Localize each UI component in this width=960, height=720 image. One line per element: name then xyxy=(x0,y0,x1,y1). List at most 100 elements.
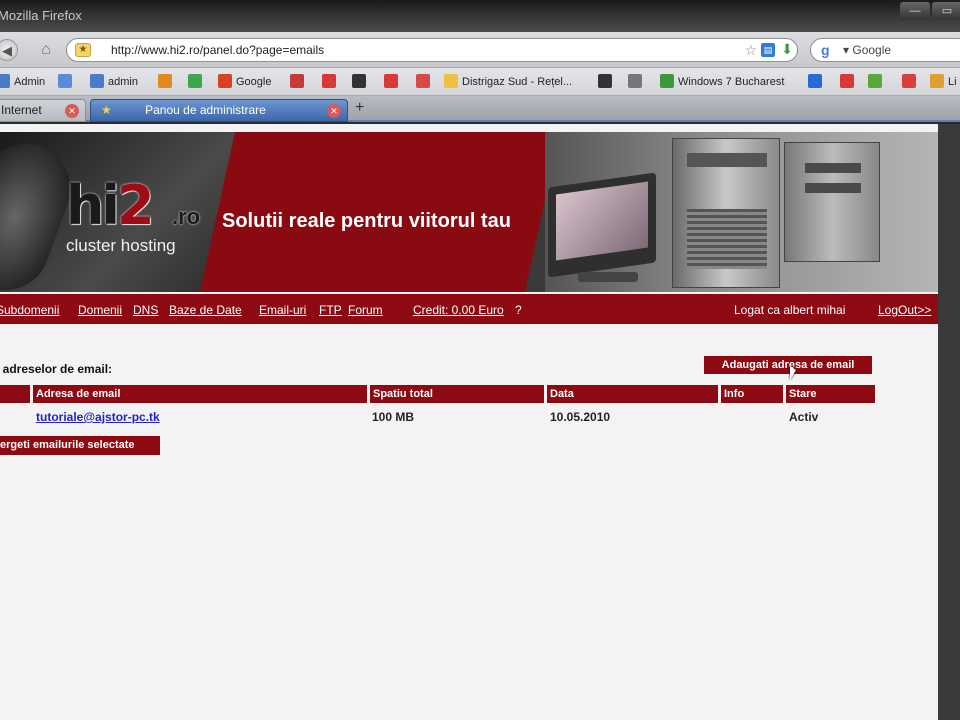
column-header-select xyxy=(0,385,30,403)
tab-internet[interactable]: Internet ✕ xyxy=(0,99,86,122)
bookmark-favicon-icon xyxy=(384,74,398,88)
site-logo[interactable]: hi2 xyxy=(66,174,154,237)
navigation-toolbar: ◀ ⌂ ★ http://www.hi2.ro/panel.do?page=em… xyxy=(0,32,960,68)
bookmark-item[interactable] xyxy=(322,74,340,90)
maximize-button[interactable]: ▭ xyxy=(932,2,960,20)
bookmark-item[interactable] xyxy=(902,74,920,90)
bookmark-item[interactable] xyxy=(628,74,646,90)
bookmark-favicon-icon xyxy=(598,74,612,88)
email-status: Activ xyxy=(789,410,819,424)
address-bar[interactable]: ★ http://www.hi2.ro/panel.do?page=emails… xyxy=(66,38,798,62)
site-menu-bar: Subdomenii Domenii DNS Baze de Date Emai… xyxy=(0,294,938,324)
search-bar[interactable]: g ▾ Google xyxy=(810,38,960,62)
bookmark-favicon-icon xyxy=(628,74,642,88)
credit-link[interactable]: Credit: 0.00 Euro xyxy=(413,303,504,317)
column-header-space: Spatiu total xyxy=(370,385,544,403)
bookmark-item[interactable]: Li xyxy=(930,74,957,90)
help-mark[interactable]: ? xyxy=(515,303,522,317)
menu-baze-de-date[interactable]: Baze de Date xyxy=(169,303,242,317)
bookmark-item[interactable] xyxy=(188,74,206,90)
bookmark-item[interactable]: Distrigaz Sud - Rețel... xyxy=(444,74,572,90)
banner-slogan: Solutii reale pentru viitorul tau xyxy=(222,210,511,232)
bookmark-item[interactable] xyxy=(868,74,886,90)
bookmark-favicon-icon xyxy=(290,74,304,88)
column-header-info: Info xyxy=(721,385,783,403)
close-icon[interactable]: ✕ xyxy=(65,104,79,118)
bookmark-item[interactable]: Admin xyxy=(0,74,45,90)
logo-hi: hi xyxy=(66,174,120,237)
bookmark-favicon-icon xyxy=(444,74,458,88)
minimize-button[interactable]: — xyxy=(900,2,930,20)
server-drive xyxy=(805,183,861,193)
bookmark-favicon-icon xyxy=(322,74,336,88)
menu-subdomenii[interactable]: Subdomenii xyxy=(0,303,59,317)
star-icon[interactable]: ☆ xyxy=(744,42,757,59)
bookmark-item[interactable]: Google xyxy=(218,74,271,90)
dropdown-icon[interactable]: ▾ xyxy=(843,43,852,57)
favicon-star-icon: ★ xyxy=(101,103,112,117)
add-email-button[interactable]: Adaugati adresa de email xyxy=(704,356,872,374)
go-arrow-icon[interactable]: ⬇ xyxy=(781,41,793,58)
server-drive xyxy=(805,163,861,173)
bookmark-item[interactable]: Windows 7 Bucharest xyxy=(660,74,784,90)
menu-ftp[interactable]: FTP xyxy=(319,303,342,317)
bookmark-item[interactable]: admin xyxy=(90,74,138,90)
home-icon[interactable]: ⌂ xyxy=(35,39,57,61)
email-address-link[interactable]: tutoriale@ajstor-pc.tk xyxy=(36,410,160,424)
window-titlebar: Mozilla Firefox — ▭ xyxy=(0,0,960,32)
menu-dns[interactable]: DNS xyxy=(133,303,158,317)
column-header-status: Stare xyxy=(786,385,875,403)
monitor-image xyxy=(548,172,656,278)
menu-email-uri[interactable]: Email-uri xyxy=(259,303,306,317)
delete-selected-emails-button[interactable]: ergeti emailurile selectate xyxy=(0,436,160,455)
server-drive xyxy=(687,153,767,167)
bookmark-item[interactable] xyxy=(158,74,176,90)
bookmark-label: Li xyxy=(948,76,957,88)
bookmark-star-icon[interactable]: ★ xyxy=(75,43,91,57)
column-header-email: Adresa de email xyxy=(33,385,367,403)
google-icon[interactable]: g xyxy=(821,42,830,58)
window-title: Mozilla Firefox xyxy=(0,8,82,23)
menu-domenii[interactable]: Domenii xyxy=(78,303,122,317)
rss-icon[interactable]: ▤ xyxy=(761,43,775,57)
bookmark-favicon-icon xyxy=(352,74,366,88)
page-content: hi2 .ro cluster hosting Solutii reale pe… xyxy=(0,124,938,720)
bookmark-label: admin xyxy=(108,76,138,88)
bookmark-favicon-icon xyxy=(188,74,202,88)
bookmark-item[interactable] xyxy=(598,74,616,90)
tab-bar: Internet ✕ ★ Panou de administrare ✕ + xyxy=(0,96,960,122)
search-engine-label[interactable]: ▾ Google xyxy=(843,43,891,57)
bookmark-favicon-icon xyxy=(930,74,944,88)
mouse-cursor-icon xyxy=(790,366,796,380)
bookmark-item[interactable] xyxy=(352,74,370,90)
menu-forum[interactable]: Forum xyxy=(348,303,383,317)
bookmark-label: Distrigaz Sud - Rețel... xyxy=(462,76,573,88)
bookmark-item[interactable] xyxy=(840,74,858,90)
bookmark-favicon-icon xyxy=(416,74,430,88)
logo-subtitle: cluster hosting xyxy=(66,236,176,255)
close-icon[interactable]: ✕ xyxy=(327,104,341,118)
bookmarks-toolbar: Admin admin Google Distrigaz Sud - Rețel...… xyxy=(0,68,960,96)
email-space: 100 MB xyxy=(372,410,415,424)
bookmark-favicon-icon xyxy=(158,74,172,88)
tab-label: Internet xyxy=(1,103,42,117)
bookmark-item[interactable] xyxy=(58,74,76,90)
bookmark-item[interactable] xyxy=(290,74,308,90)
column-header-date: Data xyxy=(547,385,718,403)
tab-panou-de-administrare[interactable]: ★ Panou de administrare ✕ xyxy=(90,99,348,122)
monitor-screen xyxy=(556,181,648,261)
bookmark-item[interactable] xyxy=(384,74,402,90)
bookmark-item[interactable] xyxy=(416,74,434,90)
bookmark-favicon-icon xyxy=(218,74,232,88)
bookmark-favicon-icon xyxy=(0,74,10,88)
logout-link[interactable]: LogOut>> xyxy=(878,303,931,317)
server-grill xyxy=(687,209,767,269)
back-button[interactable]: ◀ xyxy=(0,39,18,61)
new-tab-button[interactable]: + xyxy=(355,99,364,117)
bookmark-item[interactable] xyxy=(808,74,826,90)
server-tower-image xyxy=(672,138,780,288)
search-engine-name: Google xyxy=(852,43,892,57)
server-tower-small-image xyxy=(784,142,880,262)
bookmark-favicon-icon xyxy=(90,74,104,88)
url-text[interactable]: http://www.hi2.ro/panel.do?page=emails xyxy=(111,43,324,57)
